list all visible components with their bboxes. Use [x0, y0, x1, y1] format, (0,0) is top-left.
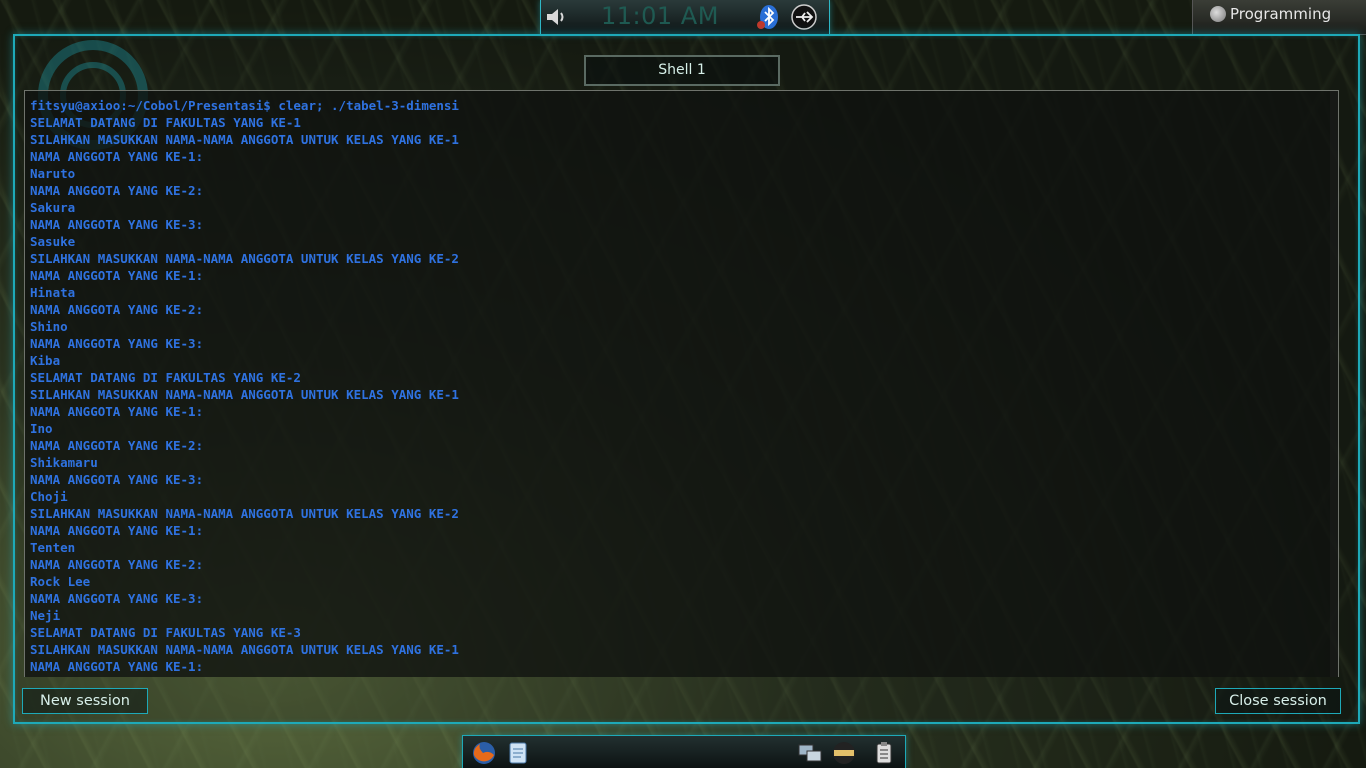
- terminal-line: Sakura: [30, 200, 76, 215]
- terminal-line: SILAHKAN MASUKKAN NAMA-NAMA ANGGOTA UNTU…: [30, 132, 459, 147]
- activity-icon: [1210, 6, 1226, 22]
- terminal-line: NAMA ANGGOTA YANG KE-1:: [30, 149, 204, 164]
- ninja-icon[interactable]: [831, 740, 857, 766]
- terminal-line: NAMA ANGGOTA YANG KE-2:: [30, 302, 204, 317]
- terminal-line: Tenten: [30, 540, 76, 555]
- tab-shell-1[interactable]: Shell 1: [584, 55, 780, 86]
- terminal-line: NAMA ANGGOTA YANG KE-1:: [30, 659, 204, 674]
- terminal-line: fitsyu@axioo:~/Cobol/Presentasi$ clear; …: [30, 98, 459, 113]
- bluetooth-icon[interactable]: [755, 4, 781, 30]
- terminal-line: Sasuke: [30, 234, 76, 249]
- terminal-line: SILAHKAN MASUKKAN NAMA-NAMA ANGGOTA UNTU…: [30, 387, 459, 402]
- speaker-icon[interactable]: [543, 4, 569, 30]
- firefox-icon[interactable]: [471, 740, 497, 766]
- terminal-line: NAMA ANGGOTA YANG KE-3:: [30, 336, 204, 351]
- bottom-dock: [462, 735, 906, 768]
- new-session-button[interactable]: New session: [22, 688, 148, 714]
- terminal-line: SILAHKAN MASUKKAN NAMA-NAMA ANGGOTA UNTU…: [30, 251, 459, 266]
- terminal-line: NAMA ANGGOTA YANG KE-3:: [30, 591, 204, 606]
- terminal-output[interactable]: fitsyu@axioo:~/Cobol/Presentasi$ clear; …: [24, 90, 1339, 677]
- clipboard-icon[interactable]: [871, 740, 897, 766]
- terminal-line: NAMA ANGGOTA YANG KE-2:: [30, 557, 204, 572]
- top-panel: 11:01 AM: [540, 0, 830, 35]
- terminal-line: NAMA ANGGOTA YANG KE-3:: [30, 472, 204, 487]
- terminal-line: Neji: [30, 608, 61, 623]
- terminal-line: NAMA ANGGOTA YANG KE-1:: [30, 523, 204, 538]
- terminal-line: SELAMAT DATANG DI FAKULTAS YANG KE-2: [30, 370, 301, 385]
- terminal-line: Shikamaru: [30, 455, 98, 470]
- terminal-line: SILAHKAN MASUKKAN NAMA-NAMA ANGGOTA UNTU…: [30, 642, 459, 657]
- notes-icon[interactable]: [505, 740, 531, 766]
- terminal-line: NAMA ANGGOTA YANG KE-1:: [30, 404, 204, 419]
- clock[interactable]: 11:01 AM: [601, 2, 741, 30]
- terminal-line: Rock Lee: [30, 574, 91, 589]
- activity-switcher[interactable]: Programming: [1192, 0, 1366, 35]
- terminal-line: SELAMAT DATANG DI FAKULTAS YANG KE-1: [30, 115, 301, 130]
- terminal-line: Kiba: [30, 353, 61, 368]
- network-manager-icon[interactable]: [797, 740, 823, 766]
- terminal-line: Ino: [30, 421, 53, 436]
- terminal-line: NAMA ANGGOTA YANG KE-1:: [30, 268, 204, 283]
- activity-label: Programming: [1230, 5, 1332, 23]
- terminal-line: SILAHKAN MASUKKAN NAMA-NAMA ANGGOTA UNTU…: [30, 506, 459, 521]
- terminal-line: Shino: [30, 319, 68, 334]
- terminal-line: NAMA ANGGOTA YANG KE-2:: [30, 438, 204, 453]
- terminal-line: Naruto: [30, 166, 76, 181]
- terminal-line: SELAMAT DATANG DI FAKULTAS YANG KE-3: [30, 625, 301, 640]
- terminal-line: NAMA ANGGOTA YANG KE-2:: [30, 183, 204, 198]
- terminal-line: Hinata: [30, 285, 76, 300]
- terminal-line: NAMA ANGGOTA YANG KE-3:: [30, 217, 204, 232]
- terminal-scrollbar[interactable]: [1330, 91, 1338, 677]
- terminal-lines: fitsyu@axioo:~/Cobol/Presentasi$ clear; …: [30, 97, 459, 675]
- usb-network-icon[interactable]: [791, 4, 817, 30]
- close-session-button[interactable]: Close session: [1215, 688, 1341, 714]
- terminal-line: Choji: [30, 489, 68, 504]
